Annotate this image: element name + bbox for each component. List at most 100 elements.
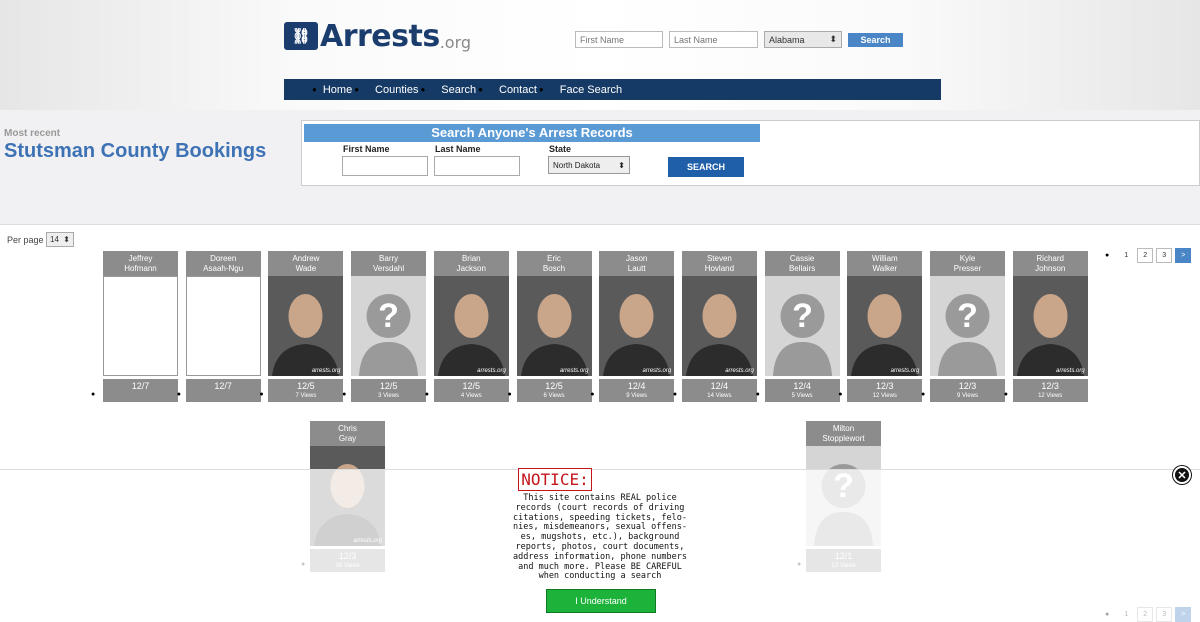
booking-meta: 12/3 12 Views xyxy=(1012,379,1088,402)
booking-views: 14 Views xyxy=(707,393,732,399)
records-search-button[interactable]: SEARCH xyxy=(668,157,744,177)
booking-name[interactable]: Barry Versdahl xyxy=(351,251,427,276)
top-last-name-input[interactable] xyxy=(669,31,758,48)
booking-meta: 12/5 7 Views xyxy=(268,379,344,402)
broken-image-icon[interactable] xyxy=(103,276,178,376)
booking-meta: 12/4 14 Views xyxy=(681,379,757,402)
list-bullet: ● xyxy=(590,391,595,398)
booking-name[interactable]: Richard Johnson xyxy=(1012,251,1088,276)
list-bullet: ● xyxy=(424,391,430,398)
booking-views: 6 Views xyxy=(543,393,565,399)
booking-date: 12/5 xyxy=(545,381,563,391)
booking-views: 5 Views xyxy=(791,393,813,399)
nav-search[interactable]: Search ● xyxy=(441,84,483,96)
list-bullet: ● xyxy=(1003,391,1008,398)
booking-name[interactable]: William Walker xyxy=(847,251,923,276)
records-search-banner: Search Anyone's Arrest Records xyxy=(304,124,760,142)
booking-name[interactable]: Steven Hovland xyxy=(681,251,757,276)
booking-name[interactable]: Eric Bosch xyxy=(516,251,592,276)
booking-views: 12 Views xyxy=(872,393,897,399)
first-name-label: First Name xyxy=(343,144,390,154)
chevron-down-icon: ⬍ xyxy=(618,160,625,170)
booking-card[interactable]: Andrew Wade arrests.org 12/5 7 Views xyxy=(268,251,344,402)
booking-date: 12/5 xyxy=(297,381,315,391)
mugshot-photo[interactable]: arrests.org xyxy=(516,276,592,376)
page-2-link[interactable]: 2 xyxy=(1137,248,1154,263)
booking-views: 7 Views xyxy=(295,393,317,399)
no-photo-silhouette-icon[interactable]: ? xyxy=(351,276,427,376)
site-logo[interactable]: ⛓ Arrests .org xyxy=(284,18,471,54)
first-name-field[interactable] xyxy=(342,156,428,176)
mugshot-photo[interactable]: arrests.org xyxy=(433,276,509,376)
booking-meta: 12/5 4 Views xyxy=(433,379,509,402)
page-title: Stutsman County Bookings xyxy=(4,140,267,162)
booking-card[interactable]: Brian Jackson arrests.org 12/5 4 Views xyxy=(433,251,509,402)
booking-name[interactable]: Doreen Asaah-Ngu xyxy=(185,251,261,276)
booking-card[interactable]: Eric Bosch arrests.org 12/5 6 Views xyxy=(516,251,592,402)
booking-name[interactable]: Jeffrey Hofmann xyxy=(103,251,178,276)
watermark: arrests.org xyxy=(1056,368,1085,374)
booking-name[interactable]: Chris Gray xyxy=(310,421,385,446)
watermark: arrests.org xyxy=(311,368,341,374)
last-name-field[interactable] xyxy=(434,156,520,176)
nav-bullet: ● xyxy=(312,85,317,94)
mugshot-photo[interactable]: arrests.org xyxy=(599,276,675,376)
booking-card[interactable]: William Walker arrests.org 12/3 12 Views xyxy=(847,251,923,402)
booking-card[interactable]: Jeffrey Hofmann 12/7 xyxy=(103,251,178,402)
nav-contact[interactable]: Contact ● xyxy=(499,84,544,96)
booking-date: 12/3 xyxy=(876,381,894,391)
nav-counties[interactable]: Counties ● xyxy=(375,84,425,96)
mugshot-photo[interactable]: arrests.org xyxy=(681,276,757,376)
broken-image-icon[interactable] xyxy=(185,276,261,376)
booking-date: 12/5 xyxy=(379,381,398,391)
nav-home[interactable]: Home ● xyxy=(323,84,359,96)
list-bullet: ● xyxy=(838,391,843,398)
booking-name[interactable]: Cassie Bellairs xyxy=(764,251,840,276)
close-icon[interactable]: ✕ xyxy=(1173,466,1191,484)
booking-name[interactable]: Kyle Presser xyxy=(930,251,1005,276)
booking-name[interactable]: Milton Stopplewort xyxy=(806,421,881,446)
top-search-button[interactable]: Search xyxy=(848,33,903,47)
booking-card[interactable]: Richard Johnson arrests.org 12/3 12 Views xyxy=(1012,251,1088,402)
handcuffs-logo-icon: ⛓ xyxy=(284,22,318,50)
top-state-select[interactable]: Alabama ⬍ xyxy=(764,31,842,48)
booking-meta: 12/4 5 Views xyxy=(764,379,840,402)
booking-meta: 12/7 xyxy=(103,379,178,402)
no-photo-silhouette-icon[interactable]: ? xyxy=(764,276,840,376)
booking-meta: 12/4 9 Views xyxy=(599,379,675,402)
mugshot-photo[interactable]: arrests.org xyxy=(847,276,923,376)
next-page-button[interactable]: > xyxy=(1175,248,1192,263)
per-page-label: Per page xyxy=(7,235,44,245)
booking-name[interactable]: Andrew Wade xyxy=(268,251,344,276)
booking-card[interactable]: Barry Versdahl? 12/5 3 Views xyxy=(351,251,427,402)
state-label: State xyxy=(549,144,572,154)
booking-name[interactable]: Brian Jackson xyxy=(433,251,509,276)
booking-date: 12/3 xyxy=(958,381,977,391)
state-select[interactable]: North Dakota ⬍ xyxy=(548,156,630,174)
page-1-link[interactable]: 1 xyxy=(1118,248,1134,263)
list-bullet: ● xyxy=(91,391,96,398)
booking-views: 4 Views xyxy=(460,393,482,399)
booking-date: 12/4 xyxy=(710,381,729,391)
nav-face-search[interactable]: Face Search xyxy=(560,84,622,96)
booking-card[interactable]: Kyle Presser? 12/3 9 Views xyxy=(930,251,1005,402)
top-first-name-input[interactable] xyxy=(575,31,663,48)
i-understand-button[interactable]: I Understand xyxy=(546,589,656,613)
booking-meta: 12/5 6 Views xyxy=(516,379,592,402)
mugshot-photo[interactable]: arrests.org xyxy=(268,276,344,376)
watermark: arrests.org xyxy=(477,368,506,374)
booking-card[interactable]: Cassie Bellairs? 12/4 5 Views xyxy=(764,251,840,402)
booking-name[interactable]: Jason Lautt xyxy=(599,251,675,276)
booking-card[interactable]: Steven Hovland arrests.org 12/4 14 Views xyxy=(681,251,757,402)
no-photo-silhouette-icon[interactable]: ? xyxy=(930,276,1005,376)
booking-card[interactable]: Doreen Asaah-Ngu 12/7 xyxy=(185,251,261,402)
mugshot-photo[interactable]: arrests.org xyxy=(1012,276,1088,376)
chevron-down-icon: ⬍ xyxy=(829,34,837,44)
chevron-down-icon: ⬍ xyxy=(63,235,70,244)
per-page-select[interactable]: 14 ⬍ xyxy=(46,232,74,247)
page-3-link[interactable]: 3 xyxy=(1156,248,1173,263)
booking-card[interactable]: Jason Lautt arrests.org 12/4 9 Views xyxy=(599,251,675,402)
list-bullet: ● xyxy=(921,391,926,398)
pager-bullet: ● xyxy=(1105,252,1110,259)
per-page-value: 14 xyxy=(50,235,59,244)
